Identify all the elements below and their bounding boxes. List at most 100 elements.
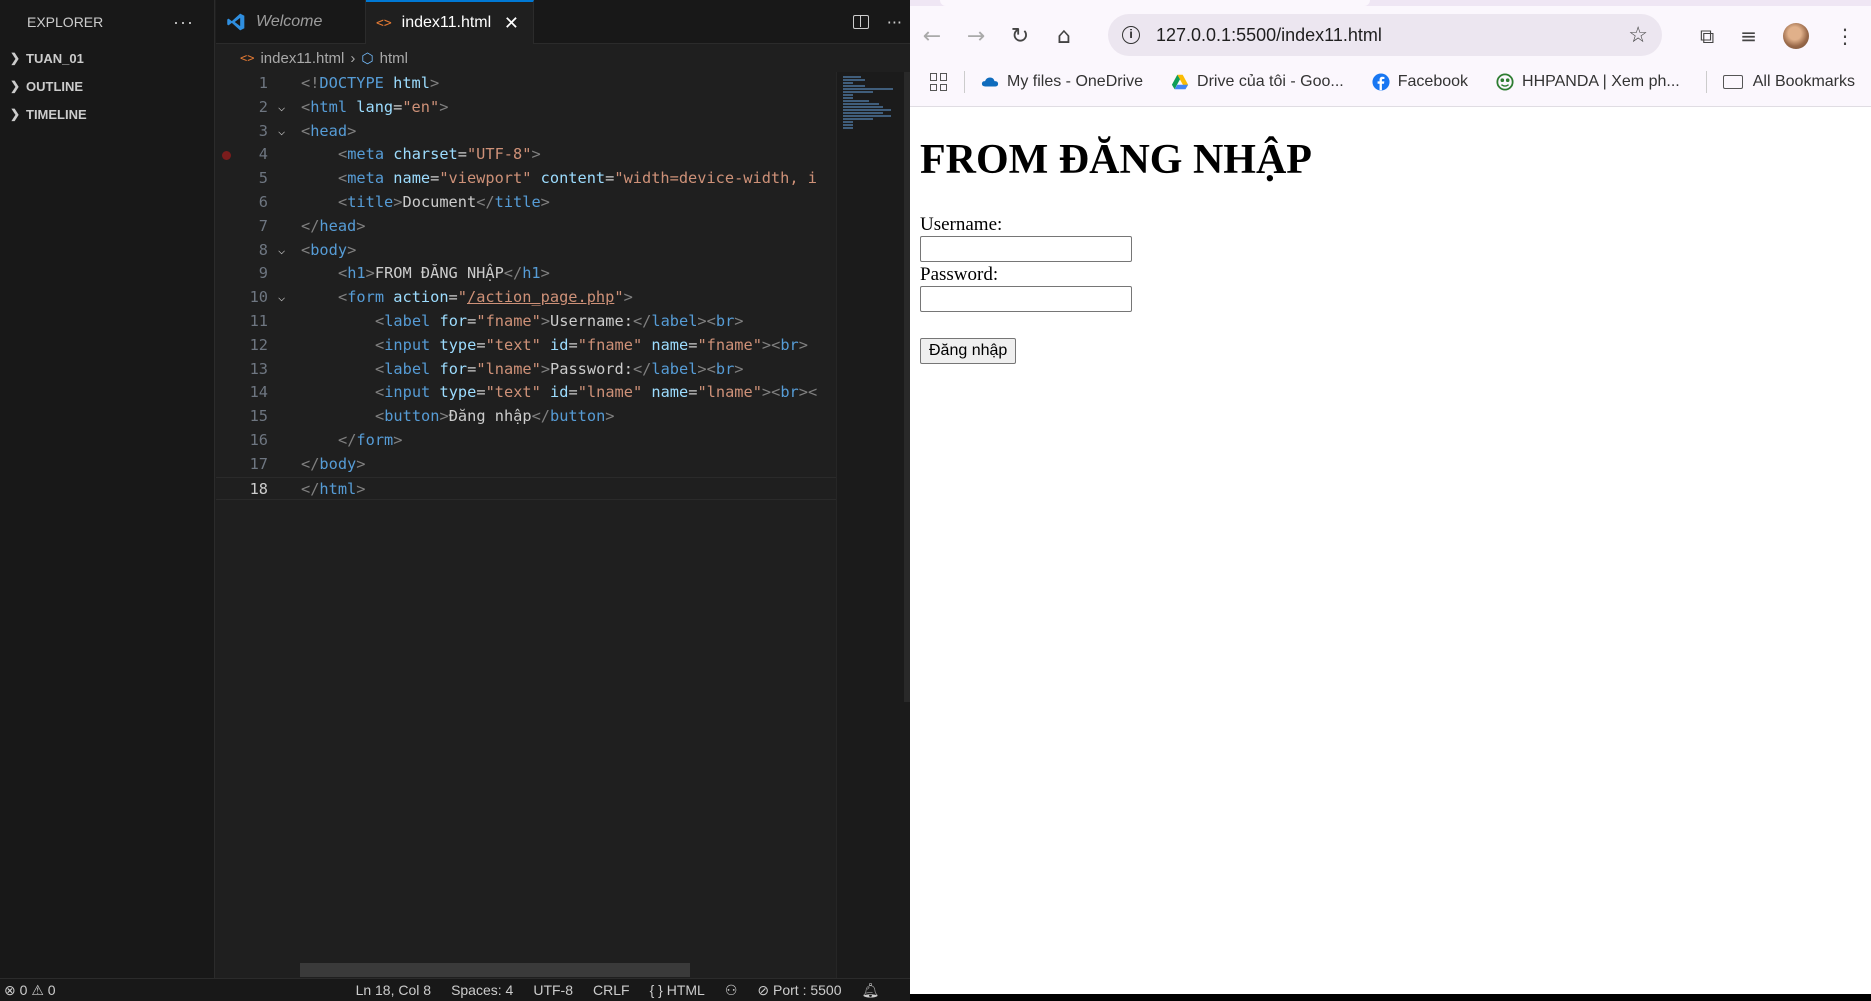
code-token: for — [439, 359, 468, 378]
code-line[interactable]: 12 <input type="text" id="fname" name="fn… — [216, 334, 836, 358]
code-token: Document — [402, 192, 477, 211]
minimap-line — [843, 85, 865, 87]
breadcrumb-file[interactable]: index11.html — [260, 50, 344, 67]
code-token: charset — [393, 145, 458, 164]
code-line[interactable]: 15 <button>Đăng nhập</button> — [216, 405, 836, 429]
tab-index11-html[interactable]: <> index11.html ✕ — [366, 0, 534, 44]
fold-chevron-icon[interactable]: ⌵ — [278, 239, 292, 263]
code-text: <html lang="en"> — [301, 96, 448, 120]
encoding[interactable]: UTF-8 — [533, 982, 573, 998]
code-line[interactable]: 2 ⌵ <html lang="en"> — [216, 96, 836, 120]
reload-icon[interactable]: ↻ — [998, 24, 1042, 49]
end-of-line[interactable]: CRLF — [593, 982, 630, 998]
explorer-more-icon[interactable]: ··· — [173, 12, 194, 33]
code-line[interactable]: 11 <label for="fname">Username:</label><b… — [216, 310, 836, 334]
fold-chevron-icon[interactable]: ⌵ — [278, 120, 292, 144]
username-input[interactable] — [920, 236, 1132, 262]
tab-welcome[interactable]: Welcome — [216, 0, 366, 44]
code-line[interactable]: 1 <!DOCTYPE html> — [216, 72, 836, 96]
code-text: <input type="text" id="lname" name="lnam… — [301, 381, 817, 405]
bookmark-star-icon[interactable]: ☆ — [1628, 22, 1648, 48]
bookmark-facebook[interactable]: Facebook — [1372, 73, 1468, 91]
all-bookmarks[interactable]: All Bookmarks — [1705, 71, 1855, 93]
live-server-port[interactable]: ⊘ Port : 5500 — [757, 982, 841, 999]
back-arrow-icon[interactable]: ← — [910, 24, 954, 49]
editor-actions: ··· — [852, 0, 902, 44]
more-actions-icon[interactable]: ··· — [887, 13, 902, 32]
indentation[interactable]: Spaces: 4 — [451, 982, 513, 998]
code-editor[interactable]: 1 <!DOCTYPE html> 2 ⌵ <html lang="en"> 3 ⌵ <hea… — [216, 72, 836, 501]
line-number: 1 — [258, 74, 268, 92]
fold-chevron-icon[interactable]: ⌵ — [278, 286, 292, 310]
split-editor-icon[interactable] — [852, 15, 869, 29]
apps-grid-icon[interactable] — [930, 73, 948, 91]
horizontal-scrollbar[interactable] — [300, 963, 690, 977]
fold-chevron-icon[interactable]: ⌵ — [278, 96, 292, 120]
minimap[interactable] — [836, 72, 910, 978]
code-line[interactable]: 6 <title>Document</title> — [216, 191, 836, 215]
bookmark-onedrive[interactable]: My files - OneDrive — [981, 73, 1143, 91]
code-line[interactable]: 10 ⌵ <form action="/action_page.php"> — [216, 286, 836, 310]
forward-arrow-icon[interactable]: → — [954, 24, 998, 49]
code-line[interactable]: 4 <meta charset="UTF-8"> — [216, 143, 836, 167]
code-line[interactable]: 3 ⌵ <head> — [216, 120, 836, 144]
code-line[interactable]: 17 </body> — [216, 453, 836, 477]
password-input[interactable] — [920, 286, 1132, 312]
close-icon[interactable]: ✕ — [504, 13, 519, 34]
section-tuan-01[interactable]: ❯ TUAN_01 — [0, 44, 214, 72]
code-line[interactable]: 14 <input type="text" id="lname" name="ln… — [216, 381, 836, 405]
extensions-icon[interactable]: ⧉ — [1700, 24, 1714, 48]
code-line[interactable]: 7 </head> — [216, 215, 836, 239]
bookmark-hhpanda[interactable]: HHPANDA | Xem ph... — [1496, 73, 1680, 91]
url-text[interactable]: 127.0.0.1:5500/index11.html — [1156, 25, 1382, 46]
code-text: <body> — [301, 239, 356, 263]
code-token: </ — [476, 192, 495, 211]
code-line[interactable]: 13 <label for="lname">Password:</label><b… — [216, 358, 836, 382]
home-icon[interactable]: ⌂ — [1042, 24, 1086, 49]
section-outline[interactable]: ❯ OUTLINE — [0, 72, 214, 100]
line-number: 5 — [258, 169, 268, 188]
breadcrumb: <> index11.html › ⬡ html — [216, 44, 910, 72]
code-token: input — [384, 335, 431, 354]
code-token: = — [393, 97, 403, 116]
code-text: <head> — [301, 120, 356, 144]
code-line[interactable]: 18 </html> — [216, 476, 836, 501]
cursor-position[interactable]: Ln 18, Col 8 — [356, 982, 432, 998]
code-text: </body> — [301, 453, 365, 477]
code-token: </ — [338, 430, 357, 449]
code-token: br — [780, 383, 799, 402]
notifications-icon[interactable]: 🔔︎ — [862, 982, 880, 999]
minimap-line — [843, 97, 853, 99]
minimap-line — [843, 88, 893, 90]
bookmark-label: Drive của tôi - Goo... — [1197, 73, 1344, 90]
section-timeline[interactable]: ❯ TIMELINE — [0, 100, 214, 128]
tab-label: index11.html — [401, 14, 492, 31]
address-bar[interactable]: i 127.0.0.1:5500/index11.html ☆ — [1108, 14, 1662, 56]
code-text: <h1>FROM ĐĂNG NHẬP</h1> — [301, 262, 550, 286]
language-mode[interactable]: { } HTML — [650, 982, 705, 998]
code-token: "text" — [485, 335, 541, 354]
chevron-right-icon: ❯ — [10, 51, 21, 65]
code-line[interactable]: 16 </form> — [216, 429, 836, 453]
chevron-right-icon: ❯ — [10, 79, 21, 93]
warning-icon: ⚠ — [31, 981, 44, 998]
breadcrumb-symbol[interactable]: html — [380, 50, 408, 67]
login-button[interactable]: Đăng nhập — [920, 338, 1017, 364]
code-line[interactable]: 8 ⌵ <body> — [216, 239, 836, 263]
code-line[interactable]: 9 <h1>FROM ĐĂNG NHẬP</h1> — [216, 262, 836, 286]
code-text: <meta charset="UTF-8"> — [301, 143, 541, 167]
code-token: body — [319, 454, 357, 473]
problems-indicator[interactable]: ⊗ 0 ⚠ 0 — [4, 982, 56, 999]
code-text: <input type="text" id="fname" name="fnam… — [301, 334, 808, 358]
bookmark-google-drive[interactable]: Drive của tôi - Goo... — [1171, 73, 1344, 91]
site-info-icon[interactable]: i — [1122, 26, 1140, 44]
copilot-icon[interactable]: ⚇ — [725, 982, 738, 999]
menu-dots-icon[interactable]: ⋮ — [1835, 24, 1855, 48]
code-token: > — [347, 121, 357, 140]
code-line[interactable]: 5 <meta name="viewport" content="width=de… — [216, 167, 836, 191]
media-queue-icon[interactable]: ≡ — [1740, 24, 1757, 48]
avatar[interactable] — [1783, 23, 1809, 49]
